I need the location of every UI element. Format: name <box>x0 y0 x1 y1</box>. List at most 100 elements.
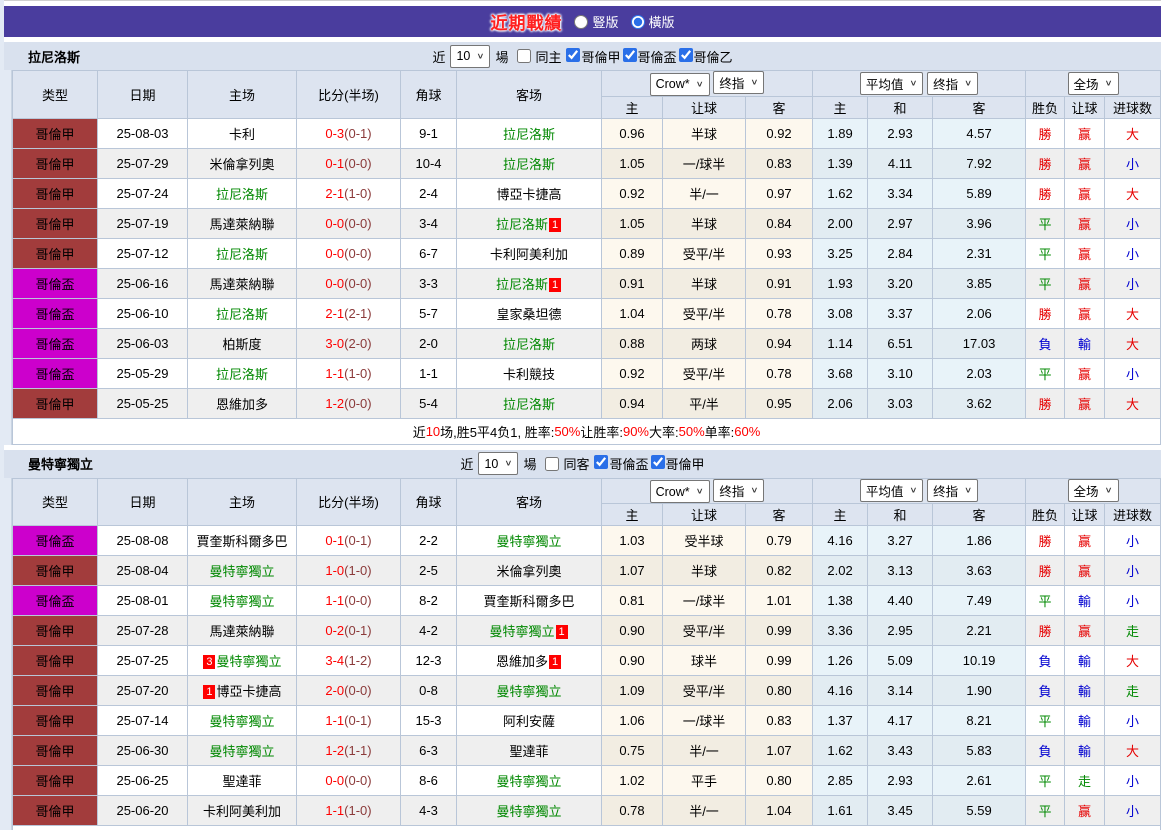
halftime-score: (0-0) <box>344 215 372 231</box>
result-cell: 負 <box>1025 735 1066 766</box>
team-link: 拉尼洛斯 <box>502 336 555 352</box>
avg-home-cell: 1.62 <box>812 735 869 766</box>
league-checkbox[interactable] <box>594 455 609 469</box>
league-checkbox[interactable] <box>678 47 693 62</box>
avg-away-cell: 5.59 <box>932 795 1027 826</box>
league-checkbox[interactable] <box>622 47 637 62</box>
col-odds-handicap: 让球 <box>662 95 746 119</box>
score-cell: 1-2(1-1) <box>296 735 401 766</box>
col-type: 类型 <box>12 477 98 526</box>
avg-draw-cell: 3.14 <box>867 675 934 706</box>
score-cell: 0-1(0-0) <box>296 147 401 179</box>
results-table: 类型 日期 主场 比分(半场) 角球 客场 Crow* ∨ 终指 ∨ 平均值 ∨ 终指… <box>12 70 1162 419</box>
fulltime-score: 2-0 <box>325 683 345 698</box>
team-link: 拉尼洛斯 <box>495 276 548 292</box>
league-badge: 哥倫盃 <box>12 267 98 299</box>
avg-away-cell: 5.83 <box>932 735 1027 766</box>
halftime-score: (0-0) <box>344 275 372 291</box>
handicap-result-cell: 輸 <box>1064 327 1106 359</box>
scope-select[interactable]: 全场 ∨ <box>1067 71 1119 95</box>
team-cell: 卡利 <box>187 117 297 149</box>
avg-select[interactable]: 平均值 ∨ <box>859 71 924 95</box>
same-venue-checkbox[interactable] <box>517 49 532 63</box>
odds-away-cell: 0.99 <box>744 645 814 676</box>
vertical-radio[interactable] <box>574 14 589 29</box>
halftime-score: (0-1) <box>344 713 372 728</box>
league-checkbox[interactable] <box>566 47 581 62</box>
odds-handicap-cell: 半/一 <box>662 177 746 209</box>
col-result: 胜负 <box>1025 95 1066 119</box>
odds-final-select[interactable]: 终指 ∨ <box>713 478 765 502</box>
fulltime-score: 1-1 <box>325 803 345 818</box>
match-count-select[interactable]: 10 ∨ <box>450 44 491 68</box>
team-link: 聖達菲 <box>509 744 549 759</box>
same-venue-checkbox[interactable] <box>545 456 560 471</box>
col-score: 比分(半场) <box>296 70 401 119</box>
team-cell: 拉尼洛斯 <box>456 147 602 179</box>
match-count-select[interactable]: 10 ∨ <box>478 452 519 475</box>
scope-select[interactable]: 全场 ∨ <box>1067 479 1119 503</box>
team-link: 博亞卡捷高 <box>496 186 562 202</box>
league-badge: 哥倫盃 <box>12 585 98 616</box>
odds-home-cell: 1.03 <box>601 525 663 556</box>
odds-home-cell: 1.05 <box>601 147 663 179</box>
table-row: 哥倫甲 25-06-25 聖達菲 0-0(0-0) 8-6 曼特寧獨立 1.02 平手 0.80… <box>12 765 1162 796</box>
avg-home-cell: 2.00 <box>812 207 869 239</box>
league-checkbox[interactable] <box>650 455 665 469</box>
result-cell: 勝 <box>1025 525 1066 556</box>
handicap-result-cell: 赢 <box>1064 357 1106 389</box>
odds-away-cell: 0.78 <box>744 357 814 389</box>
halftime-score: (0-0) <box>344 395 372 411</box>
avg-draw-cell: 3.03 <box>867 387 934 419</box>
halftime-score: (0-1) <box>344 623 372 638</box>
odds-company-select[interactable]: Crow* ∨ <box>649 72 710 96</box>
team-cell: 卡利競技 <box>456 357 602 389</box>
table-row: 哥倫盃 25-06-03 柏斯度 3-0(2-0) 2-0 拉尼洛斯 0.88 两球 0.94 1… <box>12 327 1162 359</box>
result-cell: 平 <box>1025 585 1066 616</box>
summary-segment: 场,胜5平4负1, 胜率: <box>440 424 555 440</box>
col-odds-handicap: 让球 <box>662 503 746 526</box>
result-cell: 勝 <box>1025 297 1066 329</box>
chevron-down-icon: ∨ <box>909 78 918 88</box>
team-cell: 拉尼洛斯 <box>456 117 602 149</box>
col-type: 类型 <box>12 70 98 119</box>
avg-final-select[interactable]: 终指 ∨ <box>927 71 979 95</box>
odds-handicap-cell: 受平/半 <box>662 675 746 706</box>
avg-select[interactable]: 平均值 ∨ <box>859 479 924 503</box>
team-cell: 聖達菲 <box>187 765 297 796</box>
team-link: 曼特寧獨立 <box>496 684 562 699</box>
odds-handicap-cell: 受半球 <box>662 525 746 556</box>
result-cell: 負 <box>1025 327 1066 359</box>
team-section: 曼特寧獨立 近 10 ∨ 場 同客 哥倫盃 哥倫甲 类型 日期 主场 比分(半场… <box>4 449 1162 830</box>
team-link: 馬達萊納聯 <box>209 276 275 292</box>
avg-final-select[interactable]: 终指 ∨ <box>927 479 979 503</box>
handicap-result-cell: 赢 <box>1064 177 1106 209</box>
avg-away-cell: 3.96 <box>932 207 1027 239</box>
date-cell: 25-08-03 <box>97 117 188 149</box>
col-goals-result: 进球数 <box>1104 503 1162 526</box>
view-mode-vertical[interactable]: 豎版 <box>574 12 619 31</box>
horizontal-radio[interactable] <box>630 14 645 29</box>
odds-company-select[interactable]: Crow* ∨ <box>649 480 710 503</box>
odds-source-header: Crow* ∨ 终指 ∨ <box>600 477 814 504</box>
col-avg-home: 主 <box>812 503 869 526</box>
odds-home-cell: 0.92 <box>601 177 663 209</box>
avg-away-cell: 2.31 <box>932 237 1027 269</box>
fulltime-score: 0-1 <box>325 533 345 548</box>
results-table: 类型 日期 主场 比分(半场) 角球 客场 Crow* ∨ 终指 ∨ 平均值 ∨ 终指… <box>12 477 1162 826</box>
summary-segment: 让胜率: <box>580 424 623 440</box>
goals-result-cell: 小 <box>1104 525 1162 556</box>
table-row: 哥倫盃 25-05-29 拉尼洛斯 1-1(1-0) 1-1 卡利競技 0.92 受平/半 0.… <box>12 357 1162 389</box>
odds-home-cell: 1.06 <box>601 705 663 736</box>
goals-result-cell: 大 <box>1104 117 1162 149</box>
col-handicap-result: 让球 <box>1064 95 1106 119</box>
odds-final-select[interactable]: 终指 ∨ <box>713 71 765 94</box>
team-name: 曼特寧獨立 <box>28 457 94 472</box>
corner-cell: 8-6 <box>400 765 457 796</box>
match-filter: 近 10 ∨ 場 同客 哥倫盃 哥倫甲 <box>460 452 705 475</box>
horizontal-radio-label: 橫版 <box>648 15 675 30</box>
view-mode-horizontal[interactable]: 橫版 <box>630 12 675 31</box>
odds-away-cell: 0.97 <box>744 177 814 209</box>
avg-away-cell: 2.21 <box>932 615 1027 646</box>
col-avg-draw: 和 <box>867 503 934 526</box>
